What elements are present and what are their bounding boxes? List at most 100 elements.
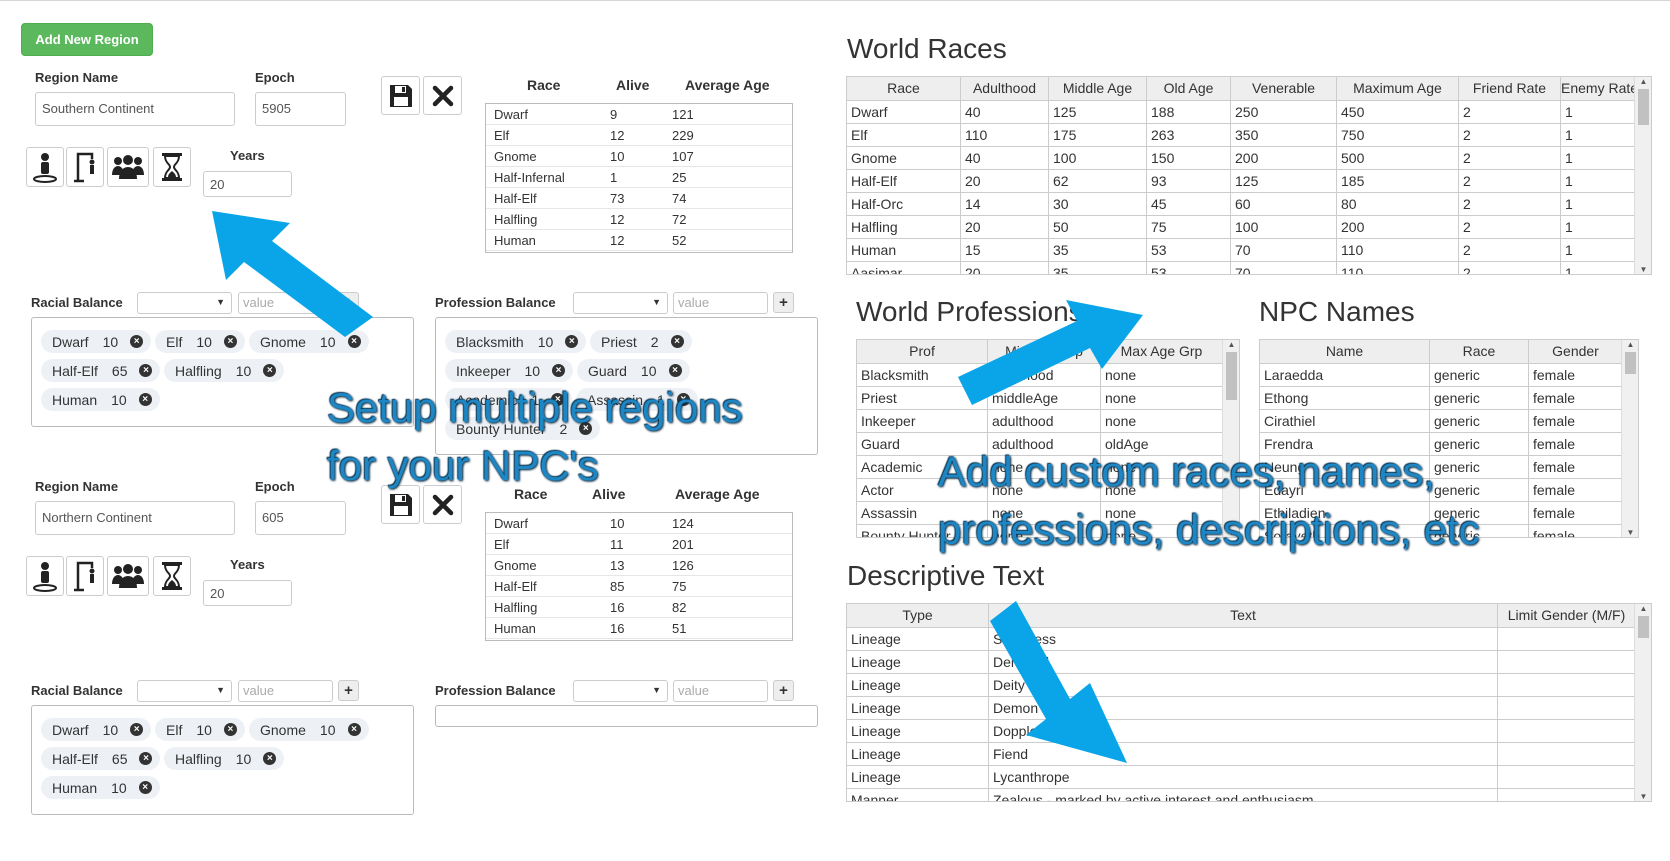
grid-cell[interactable]: 50 [1049, 216, 1147, 238]
grid-cell[interactable]: Half-Orc [847, 193, 961, 215]
group-button[interactable] [107, 556, 149, 596]
vertical-scrollbar[interactable]: ▲ ▼ [1634, 77, 1651, 274]
grid-column-header[interactable]: Adulthood [961, 77, 1049, 100]
grid-cell[interactable]: Ethong [1260, 387, 1430, 409]
profession-value-input[interactable]: value [673, 680, 768, 702]
remove-tag-icon[interactable]: × [347, 335, 361, 348]
grid-cell[interactable]: Lineage [847, 743, 989, 765]
grid-cell[interactable]: 62 [1049, 170, 1147, 192]
region-name-input[interactable]: Southern Continent [35, 92, 235, 126]
grid-row[interactable]: Lineage Deity [847, 674, 1636, 697]
remove-tag-icon[interactable]: × [139, 752, 153, 765]
grid-cell[interactable]: 2 [1459, 101, 1561, 123]
grid-cell[interactable]: Blacksmith [857, 364, 988, 386]
grid-cell[interactable]: Doppleganger [989, 720, 1498, 742]
grid-cell[interactable]: 200 [1337, 216, 1459, 238]
add-new-region-button[interactable]: Add New Region [21, 23, 153, 56]
grid-cell[interactable]: 2 [1459, 147, 1561, 169]
grid-cell[interactable]: Fiend [989, 743, 1498, 765]
grid-cell[interactable]: generic [1430, 433, 1529, 455]
grid-cell[interactable]: 1 [1561, 193, 1636, 215]
grid-cell[interactable]: Lycanthrope [989, 766, 1498, 788]
grid-row[interactable]: Lineage Doppleganger [847, 720, 1636, 743]
grid-cell[interactable]: 2 [1459, 170, 1561, 192]
grid-row[interactable]: Lineage Demigod [847, 651, 1636, 674]
remove-tag-icon[interactable]: × [223, 335, 237, 348]
scroll-down-icon[interactable]: ▼ [1635, 792, 1651, 801]
grid-column-header[interactable]: Min Age Grp [988, 340, 1101, 363]
delete-region-button[interactable] [423, 485, 462, 524]
grid-cell[interactable]: middleAge [988, 387, 1101, 409]
hourglass-button[interactable] [153, 147, 191, 187]
grid-cell[interactable]: 75 [1147, 216, 1231, 238]
grid-cell[interactable]: female [1529, 433, 1623, 455]
scrollbar-thumb[interactable] [1625, 352, 1636, 374]
grid-column-header[interactable]: Race [847, 77, 961, 100]
years-input[interactable]: 20 [203, 580, 292, 606]
grid-cell[interactable]: 110 [961, 124, 1049, 146]
remove-tag-icon[interactable]: × [668, 364, 682, 377]
grid-cell[interactable]: Lineage [847, 720, 989, 742]
grid-cell[interactable]: 125 [1049, 101, 1147, 123]
grid-cell[interactable]: 70 [1231, 262, 1337, 274]
grid-row[interactable]: Laraedda generic female [1260, 364, 1623, 387]
grid-cell[interactable]: 250 [1231, 101, 1337, 123]
remove-tag-icon[interactable]: × [552, 364, 566, 377]
scroll-up-icon[interactable]: ▲ [1635, 604, 1651, 613]
grid-cell[interactable]: female [1529, 364, 1623, 386]
grid-cell[interactable]: 20 [961, 170, 1049, 192]
grid-cell[interactable]: 200 [1231, 147, 1337, 169]
grid-cell[interactable]: 20 [961, 216, 1049, 238]
grid-column-header[interactable]: Middle Age [1049, 77, 1147, 100]
grid-column-header[interactable]: Race [1430, 340, 1529, 363]
grid-column-header[interactable]: Old Age [1147, 77, 1231, 100]
scrollbar-thumb[interactable] [1638, 616, 1649, 638]
grid-cell[interactable]: 35 [1049, 239, 1147, 261]
grid-row[interactable]: Dwarf 40 125 188 250 450 2 1 [847, 101, 1636, 124]
grid-row[interactable]: Elf 110 175 263 350 750 2 1 [847, 124, 1636, 147]
grid-cell[interactable]: 1 [1561, 216, 1636, 238]
grid-cell[interactable]: 350 [1231, 124, 1337, 146]
grid-cell[interactable]: 2 [1459, 124, 1561, 146]
grid-row[interactable]: Human 15 35 53 70 110 2 1 [847, 239, 1636, 262]
remove-tag-icon[interactable]: × [130, 723, 144, 736]
scroll-up-icon[interactable]: ▲ [1622, 340, 1638, 349]
grid-column-header[interactable]: Limit Gender (M/F) [1498, 604, 1636, 627]
save-region-button[interactable] [381, 76, 420, 115]
grid-cell[interactable]: Gnome [847, 147, 961, 169]
grid-cell[interactable]: female [1529, 479, 1623, 501]
scrollbar-thumb[interactable] [1638, 89, 1649, 125]
grid-cell[interactable]: female [1529, 410, 1623, 432]
grid-row[interactable]: Lineage Demon [847, 697, 1636, 720]
remove-tag-icon[interactable]: × [565, 335, 579, 348]
grid-cell[interactable]: adulthood [988, 364, 1101, 386]
grid-cell[interactable]: Aasimar [847, 262, 961, 274]
grid-column-header[interactable]: Text [989, 604, 1498, 627]
grid-cell[interactable]: generic [1430, 456, 1529, 478]
grid-column-header[interactable]: Maximum Age [1337, 77, 1459, 100]
grid-cell[interactable]: 45 [1147, 193, 1231, 215]
grid-cell[interactable]: 450 [1337, 101, 1459, 123]
grid-cell[interactable]: 125 [1231, 170, 1337, 192]
grid-cell[interactable]: 1 [1561, 262, 1636, 274]
grid-cell[interactable]: 1 [1561, 239, 1636, 261]
grid-cell[interactable]: 2 [1459, 193, 1561, 215]
grid-cell[interactable]: 100 [1049, 147, 1147, 169]
grid-cell[interactable]: 100 [1231, 216, 1337, 238]
grid-column-header[interactable]: Gender [1529, 340, 1623, 363]
profession-balance-select[interactable]: ▼ [573, 292, 668, 314]
racial-balance-select[interactable]: ▼ [137, 680, 232, 702]
grid-cell[interactable]: Lineage [847, 628, 989, 650]
grid-row[interactable]: Halfling 20 50 75 100 200 2 1 [847, 216, 1636, 239]
grid-cell[interactable]: female [1529, 502, 1623, 524]
scrollbar-thumb[interactable] [1226, 352, 1237, 400]
grid-cell[interactable]: Lineage [847, 766, 989, 788]
grid-cell[interactable]: Half-Elf [847, 170, 961, 192]
grid-cell[interactable] [1498, 651, 1636, 673]
grid-row[interactable]: Half-Orc 14 30 45 60 80 2 1 [847, 193, 1636, 216]
racial-value-input[interactable]: value [238, 680, 333, 702]
grid-cell[interactable]: none [1101, 410, 1223, 432]
delete-region-button[interactable] [423, 76, 462, 115]
grid-column-header[interactable]: Venerable [1231, 77, 1337, 100]
gallows-button[interactable] [66, 556, 104, 596]
